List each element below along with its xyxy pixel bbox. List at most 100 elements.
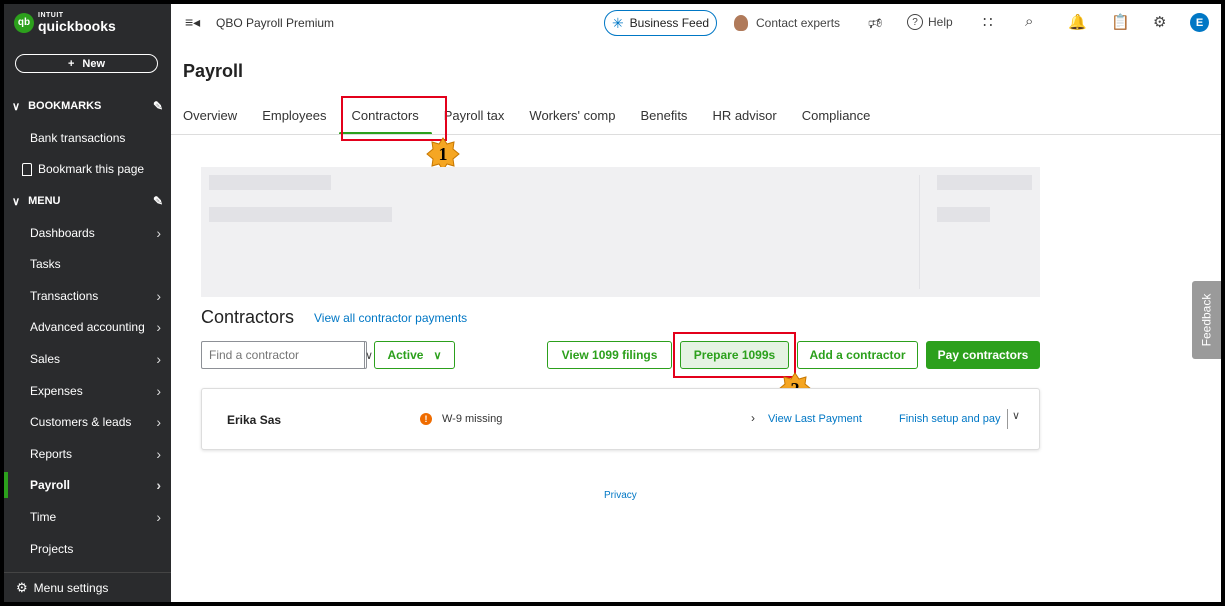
sidebar-item-payroll[interactable]: Payroll › (4, 472, 171, 498)
skeleton-bar (209, 175, 331, 190)
contact-experts-button[interactable]: Contact experts (734, 15, 840, 31)
skeleton-bar (209, 207, 392, 222)
active-filter-label: Active (387, 348, 424, 362)
quickbooks-logo[interactable]: qb INTUIT quickbooks (14, 12, 116, 33)
highlight-box-contractors-tab (341, 96, 447, 141)
gear-icon[interactable]: ⚙ (1153, 13, 1166, 31)
contractor-row: Erika Sas ! W-9 missing › View Last Paym… (201, 388, 1040, 450)
plus-icon: + (67, 57, 75, 70)
bookmarks-header[interactable]: ∨ BOOKMARKS ✎ (4, 93, 171, 119)
megaphone-icon[interactable]: 🕫 (868, 13, 882, 38)
gear-icon: ⚙ (16, 579, 28, 595)
menu-header[interactable]: ∨ MENU ✎ (4, 188, 171, 214)
page-title: Payroll (183, 61, 244, 81)
step-badge-1: 1 (426, 137, 460, 171)
logo-quickbooks-text: quickbooks (38, 18, 116, 34)
sidebar-item-label: Projects (30, 542, 74, 556)
sidebar-item-label: Advanced accounting (30, 320, 145, 334)
pencil-icon[interactable]: ✎ (153, 194, 163, 208)
chevron-down-icon: ∨ (433, 349, 442, 362)
w9-status: ! W-9 missing (420, 413, 502, 425)
pay-contractors-button[interactable]: Pay contractors (926, 341, 1040, 369)
help-button[interactable]: ? Help (907, 14, 953, 30)
sidebar-item-label: Reports (30, 447, 73, 461)
business-feed-label: Business Feed (629, 16, 710, 30)
chevron-right-icon: › (156, 288, 161, 304)
new-button-label: New (82, 57, 106, 70)
sidebar-item-transactions[interactable]: Transactions › (4, 283, 171, 309)
sidebar-item-label: Bookmark this page (38, 162, 145, 176)
find-contractor-combobox: ∨ (201, 341, 373, 369)
chevron-right-icon: › (156, 446, 161, 462)
apps-grid-icon[interactable]: ∷ (983, 13, 993, 31)
chevron-right-icon: › (156, 225, 161, 241)
sidebar-item-expenses[interactable]: Expenses › (4, 378, 171, 404)
bell-icon[interactable]: 🔔 (1068, 13, 1087, 31)
sidebar-item-time[interactable]: Time › (4, 504, 171, 530)
sidebar: qb INTUIT quickbooks + New ∨ BOOKMARKS ✎… (4, 4, 171, 602)
menu-settings-label: Menu settings (33, 580, 109, 595)
tab-hr-advisor[interactable]: HR advisor (712, 104, 776, 132)
sidebar-item-label: Tasks (30, 257, 61, 271)
finish-setup-and-pay-link[interactable]: Finish setup and pay (899, 413, 1001, 425)
sidebar-item-reports[interactable]: Reports › (4, 441, 171, 467)
tab-workers-comp[interactable]: Workers' comp (529, 104, 615, 132)
active-filter-dropdown[interactable]: Active ∨ (374, 341, 455, 369)
view-all-contractor-payments-link[interactable]: View all contractor payments (314, 311, 467, 325)
sidebar-item-sales[interactable]: Sales › (4, 346, 171, 372)
tab-employees[interactable]: Employees (262, 104, 326, 132)
view-last-payment-link[interactable]: View Last Payment (768, 413, 862, 425)
chevron-right-icon: › (156, 414, 161, 430)
contractor-name[interactable]: Erika Sas (227, 413, 281, 427)
chevron-down-icon: ∨ (12, 195, 21, 208)
chevron-right-icon: › (156, 509, 161, 525)
chevron-down-icon[interactable]: ∨ (364, 342, 373, 368)
contractors-heading: Contractors (201, 307, 295, 327)
skeleton-bar (937, 175, 1032, 190)
pencil-icon[interactable]: ✎ (153, 99, 163, 113)
tab-overview[interactable]: Overview (183, 104, 237, 132)
feedback-tab[interactable]: Feedback (1192, 281, 1221, 359)
search-icon[interactable]: ⌕ (1025, 13, 1033, 30)
chevron-right-icon: › (156, 477, 161, 493)
sidebar-item-advanced-accounting[interactable]: Advanced accounting › (4, 314, 171, 340)
help-icon: ? (907, 14, 923, 30)
add-contractor-button[interactable]: Add a contractor (797, 341, 918, 369)
sidebar-item-projects[interactable]: Projects (4, 536, 171, 562)
sidebar-item-bank-transactions[interactable]: Bank transactions (4, 125, 171, 151)
contact-experts-label: Contact experts (756, 16, 841, 30)
sidebar-item-bookmark-this-page[interactable]: Bookmark this page (4, 156, 171, 182)
warning-icon: ! (420, 413, 432, 425)
chevron-right-icon: › (156, 351, 161, 367)
top-bar: ≡◂ QBO Payroll Premium ✳ Business Feed C… (171, 4, 1221, 42)
menu-settings-button[interactable]: ⚙ Menu settings (4, 572, 171, 602)
find-contractor-input[interactable] (202, 342, 364, 368)
step-badge-number: 1 (438, 143, 448, 164)
sidebar-item-label: Bank transactions (30, 131, 126, 145)
loading-summary-card (201, 167, 1040, 297)
user-avatar[interactable]: E (1190, 13, 1209, 32)
sidebar-item-dashboards[interactable]: Dashboards › (4, 220, 171, 246)
tab-benefits[interactable]: Benefits (640, 104, 687, 132)
view-1099-filings-button[interactable]: View 1099 filings (547, 341, 672, 369)
skeleton-divider (919, 175, 920, 289)
sidebar-item-label: Transactions (30, 289, 99, 303)
chevron-right-icon: › (156, 319, 161, 335)
expert-avatar-icon (734, 15, 748, 31)
sidebar-item-tasks[interactable]: Tasks (4, 251, 171, 277)
sidebar-item-label: Payroll (30, 478, 71, 492)
sidebar-item-customers-leads[interactable]: Customers & leads › (4, 409, 171, 435)
tab-payroll-tax[interactable]: Payroll tax (444, 104, 505, 132)
sidebar-item-label: Dashboards (30, 226, 95, 240)
business-feed-button[interactable]: ✳ Business Feed (604, 10, 717, 36)
clipboard-icon[interactable]: 📋 (1111, 13, 1130, 31)
sidebar-item-label: Expenses (30, 384, 83, 398)
app-window: qb INTUIT quickbooks + New ∨ BOOKMARKS ✎… (4, 4, 1221, 602)
collapse-menu-icon[interactable]: ≡◂ (185, 14, 200, 31)
company-name: QBO Payroll Premium (216, 16, 335, 30)
privacy-link[interactable]: Privacy (604, 490, 637, 501)
tab-compliance[interactable]: Compliance (802, 104, 871, 132)
row-actions-dropdown-icon[interactable]: ∨ (1007, 409, 1020, 429)
new-button[interactable]: + New (15, 54, 158, 73)
bookmarks-label: BOOKMARKS (28, 100, 102, 112)
